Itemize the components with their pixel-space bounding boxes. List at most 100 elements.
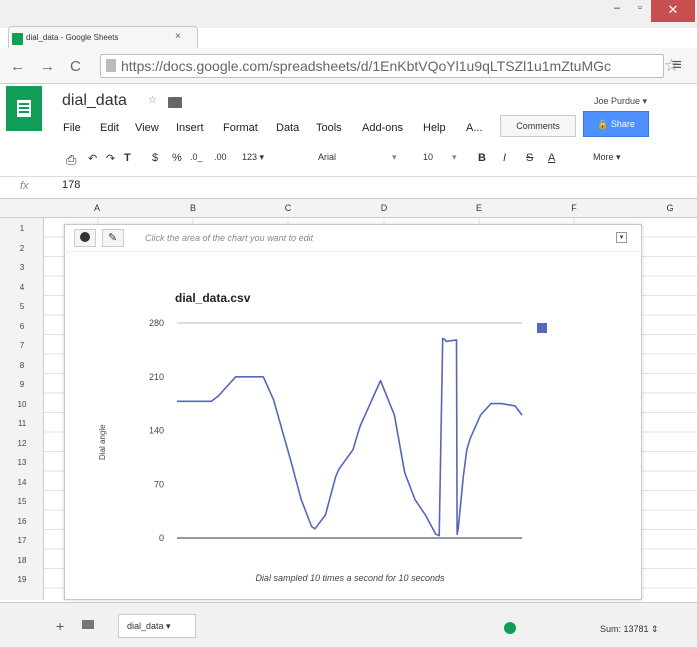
text-color-button[interactable]: A <box>548 152 555 164</box>
comments-button[interactable]: Comments <box>500 115 576 137</box>
currency-button[interactable]: $ <box>152 152 158 164</box>
formula-bar <box>0 176 697 196</box>
sheets-favicon-icon <box>12 33 23 45</box>
row-header-19[interactable]: 19 <box>0 575 44 584</box>
menu-accessibility[interactable]: A... <box>466 122 483 134</box>
y-tick-label: 140 <box>149 426 164 436</box>
sum-readout[interactable]: Sum: 13781 ⇕ <box>600 624 659 635</box>
sheets-logo-glyph-icon <box>17 100 31 117</box>
fx-icon: fx <box>20 180 29 192</box>
window-close-button[interactable]: ✕ <box>651 0 695 22</box>
y-tick-label: 0 <box>159 533 164 543</box>
chart-hint-text: Click the area of the chart you want to … <box>145 233 314 243</box>
row-header-10[interactable]: 10 <box>0 400 44 409</box>
strikethrough-button[interactable]: S <box>526 152 533 164</box>
row-header-8[interactable]: 8 <box>0 361 44 370</box>
user-account[interactable]: Joe Purdue ▾ <box>594 96 647 107</box>
window-minimize-button[interactable]: – <box>607 2 627 16</box>
explore-icon[interactable] <box>504 622 516 634</box>
menu-file[interactable]: File <box>63 122 81 134</box>
row-header-2[interactable]: 2 <box>0 244 44 253</box>
menu-format[interactable]: Format <box>223 122 258 134</box>
chart-plot[interactable]: 0 70 140 210 280 <box>64 252 642 570</box>
menu-tools[interactable]: Tools <box>316 122 342 134</box>
formula-input[interactable]: 178 <box>62 179 80 191</box>
y-tick-label: 280 <box>149 318 164 328</box>
print-icon[interactable]: ⎙ <box>66 152 76 168</box>
font-size-dropdown[interactable]: 10 <box>423 152 433 162</box>
menu-data[interactable]: Data <box>276 122 299 134</box>
more-button[interactable]: More ▾ <box>593 152 621 163</box>
row-header-4[interactable]: 4 <box>0 283 44 292</box>
column-header-g[interactable]: G <box>660 203 680 213</box>
decrease-decimal-button[interactable]: .0_ <box>190 152 203 162</box>
row-header-17[interactable]: 17 <box>0 536 44 545</box>
font-dropdown-arrow-icon[interactable]: ▾ <box>392 152 397 163</box>
column-header-a[interactable]: A <box>87 203 107 213</box>
paint-format-icon[interactable]: T <box>124 152 131 164</box>
percent-button[interactable]: % <box>172 152 182 164</box>
bold-button[interactable]: B <box>478 152 486 164</box>
row-header-11[interactable]: 11 <box>0 419 44 428</box>
increase-decimal-button[interactable]: .00 <box>214 152 227 162</box>
redo-icon[interactable]: ↷ <box>106 152 115 165</box>
row-header-16[interactable]: 16 <box>0 517 44 526</box>
sheet-tab-dial-data[interactable]: dial_data ▾ <box>118 614 196 638</box>
column-header-b[interactable]: B <box>183 203 203 213</box>
sheets-logo-icon[interactable] <box>6 86 42 131</box>
share-label: Share <box>610 119 635 129</box>
legend-swatch[interactable] <box>537 323 547 333</box>
tab-close-icon[interactable]: × <box>175 31 181 42</box>
row-header-1[interactable]: 1 <box>0 224 44 233</box>
row-header-9[interactable]: 9 <box>0 380 44 389</box>
row-header-3[interactable]: 3 <box>0 263 44 272</box>
row-header-15[interactable]: 15 <box>0 497 44 506</box>
browser-menu-icon[interactable]: ≡ <box>672 55 682 75</box>
row-header-7[interactable]: 7 <box>0 341 44 350</box>
series-line-0[interactable] <box>177 337 523 537</box>
row-header-13[interactable]: 13 <box>0 458 44 467</box>
document-title[interactable]: dial_data <box>62 92 127 110</box>
chart-menu-button[interactable]: ▾ <box>616 232 627 243</box>
menu-view[interactable]: View <box>135 122 159 134</box>
undo-icon[interactable]: ↶ <box>88 152 97 165</box>
menu-insert[interactable]: Insert <box>176 122 204 134</box>
chart-filter-button[interactable] <box>74 229 96 247</box>
chart-filter-icon <box>80 232 90 242</box>
share-button[interactable]: 🔒 Share <box>583 111 649 137</box>
row-header-12[interactable]: 12 <box>0 439 44 448</box>
edit-chart-button[interactable]: ✎ <box>102 229 124 247</box>
y-tick-label: 70 <box>154 479 164 489</box>
y-tick-label: 210 <box>149 372 164 382</box>
add-sheet-icon[interactable]: + <box>56 618 64 634</box>
menu-addons[interactable]: Add-ons <box>362 122 403 134</box>
window-titlebar <box>0 0 697 28</box>
back-icon[interactable]: ← <box>10 58 25 75</box>
folder-icon[interactable] <box>168 97 182 108</box>
column-header-d[interactable]: D <box>374 203 394 213</box>
tab-title: dial_data - Google Sheets <box>26 33 119 42</box>
column-header-f[interactable]: F <box>564 203 584 213</box>
italic-button[interactable]: I <box>503 152 506 164</box>
pencil-icon: ✎ <box>108 232 118 244</box>
font-size-arrow-icon[interactable]: ▾ <box>452 152 457 163</box>
column-header-e[interactable]: E <box>469 203 489 213</box>
column-header-c[interactable]: C <box>278 203 298 213</box>
all-sheets-icon[interactable] <box>82 620 94 629</box>
url-text: https://docs.google.com/spreadsheets/d/1… <box>121 58 611 74</box>
row-header-18[interactable]: 18 <box>0 556 44 565</box>
number-format-dropdown[interactable]: 123 ▾ <box>242 152 264 163</box>
forward-icon[interactable]: → <box>40 58 55 75</box>
reload-icon[interactable]: C <box>70 58 81 75</box>
page-icon <box>106 59 116 72</box>
row-header-5[interactable]: 5 <box>0 302 44 311</box>
row-header-6[interactable]: 6 <box>0 322 44 331</box>
window-maximize-button[interactable]: ▫ <box>630 2 650 16</box>
menu-edit[interactable]: Edit <box>100 122 119 134</box>
menu-help[interactable]: Help <box>423 122 446 134</box>
row-header-14[interactable]: 14 <box>0 478 44 487</box>
x-axis-label[interactable]: Dial sampled 10 times a second for 10 se… <box>190 573 510 583</box>
font-dropdown[interactable]: Arial <box>318 152 336 162</box>
star-document-icon[interactable]: ☆ <box>148 95 157 106</box>
sheet-tab-bar <box>0 602 697 647</box>
